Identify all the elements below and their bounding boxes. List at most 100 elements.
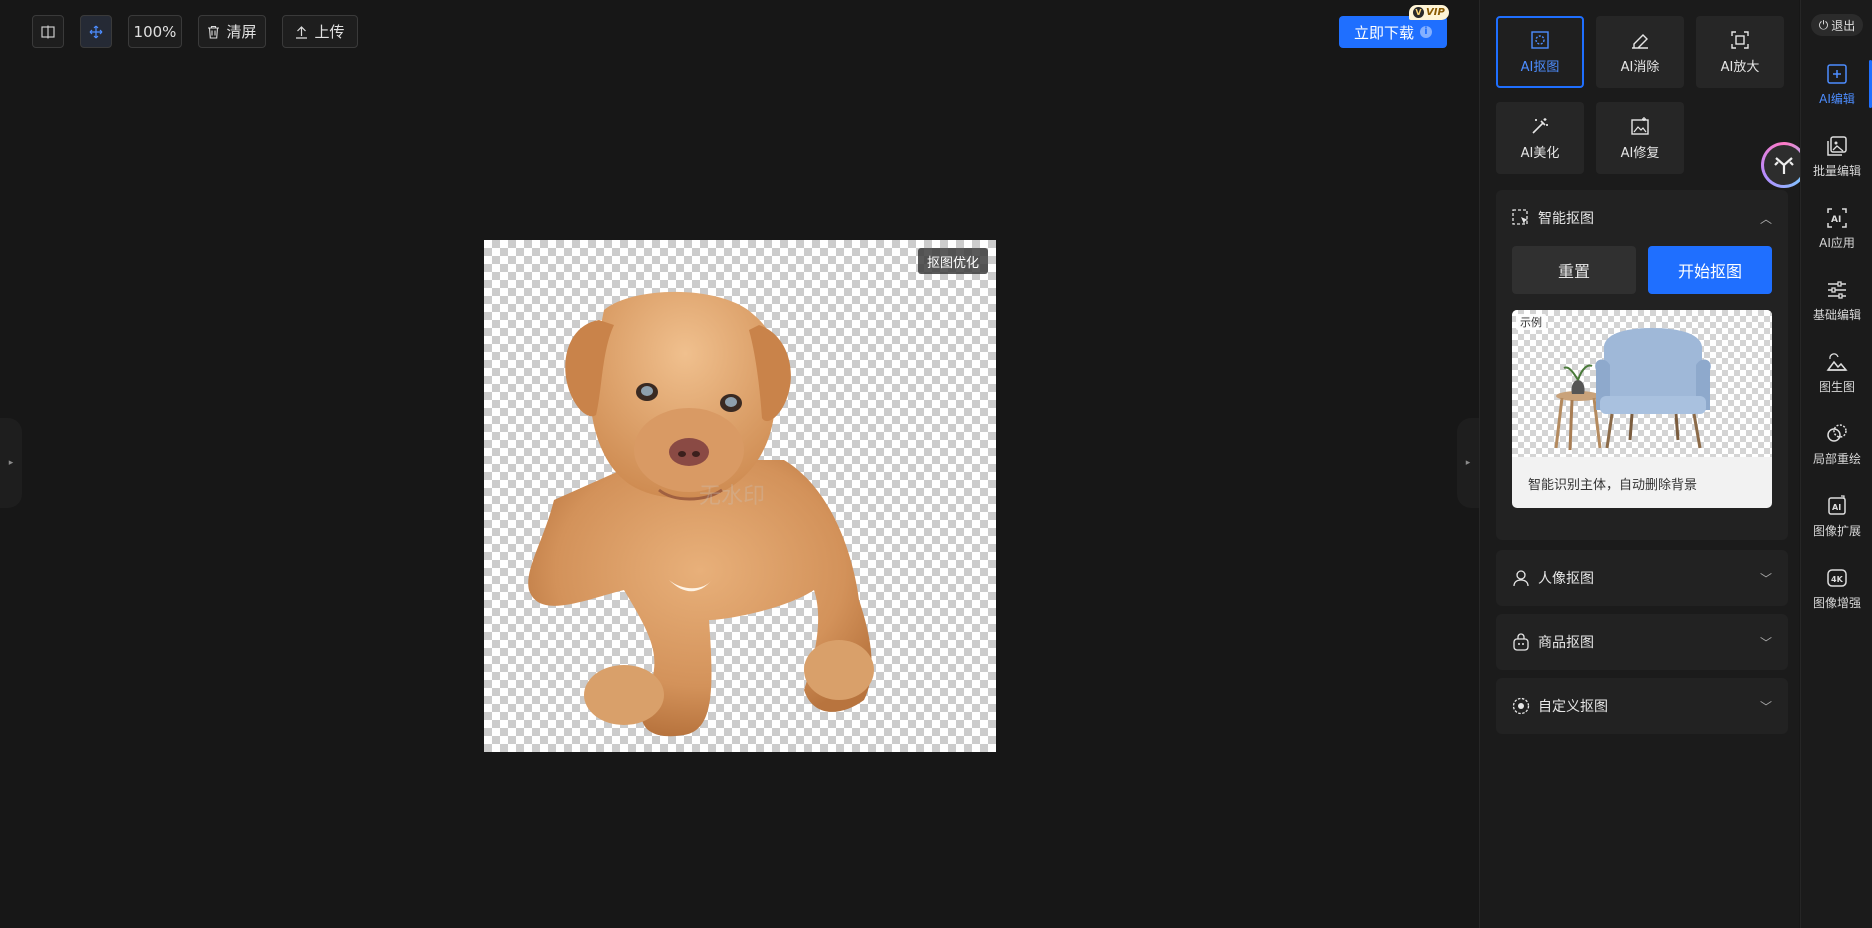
section-title: 自定义抠图 (1538, 699, 1608, 715)
section-title: 人像抠图 (1538, 571, 1594, 587)
batch-edit-icon (1827, 136, 1847, 156)
right-panel-toggle[interactable]: ▸ (1457, 418, 1479, 508)
section-title: 智能抠图 (1538, 211, 1594, 227)
chevron-down-icon: ﹀ (1759, 635, 1772, 650)
example-description: 智能识别主体，自动删除背景 (1528, 478, 1698, 493)
chair-illustration (1554, 328, 1711, 451)
tool-ai-beautify[interactable]: AI美化 (1496, 102, 1584, 174)
tool-ai-cutout[interactable]: AI抠图 (1496, 16, 1584, 88)
svg-text:AI: AI (1832, 503, 1841, 512)
tool-panel: AI抠图 AI消除 AI放大 AI美化 AI修复 智能抠图 ︿ 重置 开始抠图 (1479, 0, 1799, 928)
nav-item-batch-edit[interactable]: 批量编辑 (1801, 127, 1872, 187)
app-root: 100% 清屏 上传 立即下载 i V VIP ▸ ▸ 无水印 抠图优化 AI抠… (0, 0, 1872, 928)
target-icon (1512, 697, 1530, 715)
sliders-icon (1828, 281, 1846, 299)
clear-button[interactable]: 清屏 (198, 15, 266, 48)
svg-text:AI: AI (1831, 215, 1841, 225)
section-title: 商品抠图 (1538, 635, 1594, 651)
tool-ai-repair[interactable]: AI修复 (1596, 102, 1684, 174)
upload-label: 上传 (314, 23, 345, 41)
nav-label: 基础编辑 (1812, 308, 1861, 322)
cutout-optimize-button[interactable]: 抠图优化 (917, 248, 988, 274)
nav-item-image-to-image[interactable]: 图生图 (1801, 343, 1872, 403)
move-icon (89, 25, 103, 38)
nav-label: 图生图 (1818, 380, 1855, 394)
tool-label: AI抠图 (1520, 59, 1560, 75)
nav-item-expand[interactable]: AI 图像扩展 (1801, 487, 1872, 547)
download-button[interactable]: 立即下载 i (1339, 16, 1447, 48)
tool-label: AI消除 (1620, 59, 1660, 75)
tool-ai-enlarge[interactable]: AI放大 (1696, 16, 1784, 88)
upload-button[interactable]: 上传 (282, 15, 358, 48)
nav-label: 局部重绘 (1812, 452, 1861, 466)
repair-icon (1631, 116, 1649, 135)
product-cutout-section[interactable]: 商品抠图 ﹀ (1496, 614, 1788, 670)
nav-label: 批量编辑 (1812, 164, 1861, 178)
nav-item-repaint[interactable]: 局部重绘 (1801, 415, 1872, 475)
clear-label: 清屏 (226, 23, 257, 41)
smart-select-icon (1512, 209, 1528, 225)
image-to-image-icon (1826, 353, 1848, 371)
example-card: 示例 智能识别主体，自动删除背景 (1512, 310, 1772, 508)
tool-label: AI放大 (1720, 59, 1760, 75)
vip-label: VIP (1426, 7, 1445, 18)
download-label: 立即下载 (1353, 23, 1414, 42)
nav-label: 图像扩展 (1812, 524, 1861, 538)
eraser-icon (1632, 33, 1648, 49)
smart-cutout-header[interactable]: 智能抠图 ︿ (1496, 190, 1788, 246)
logout-label: 退出 (1831, 18, 1856, 33)
chevron-up-icon: ︿ (1759, 211, 1772, 226)
tool-ai-erase[interactable]: AI消除 (1596, 16, 1684, 88)
split-view-icon (41, 25, 55, 38)
left-panel-toggle[interactable]: ▸ (0, 418, 22, 508)
upload-icon (296, 25, 308, 39)
custom-cutout-header[interactable]: 自定义抠图 ﹀ (1496, 678, 1788, 734)
expand-icon: AI (1828, 495, 1846, 515)
vip-badge: V VIP (1409, 5, 1449, 20)
trash-icon (208, 25, 220, 39)
portrait-cutout-section[interactable]: 人像抠图 ﹀ (1496, 550, 1788, 606)
assistant-logo-icon (1764, 145, 1804, 185)
magic-wand-icon (1532, 117, 1548, 134)
logout-button[interactable]: ⏻ 退出 (1811, 14, 1863, 36)
nav-label: 图像增强 (1812, 596, 1861, 610)
ai-app-icon: AI (1827, 208, 1847, 228)
ai-edit-icon (1827, 64, 1847, 84)
smart-cutout-section: 智能抠图 ︿ 重置 开始抠图 示例 智能识别主体，自动删除背景 (1496, 190, 1788, 540)
enlarge-icon (1731, 30, 1749, 49)
compare-button[interactable] (32, 15, 64, 48)
zoom-level[interactable]: 100% (128, 15, 182, 48)
chevron-down-icon: ﹀ (1759, 699, 1772, 714)
example-tag: 示例 (1516, 314, 1546, 330)
vip-v-icon: V (1413, 7, 1424, 18)
4k-icon: 4K (1827, 569, 1847, 587)
example-image (1512, 310, 1772, 457)
move-tool-button[interactable] (80, 15, 112, 48)
nav-item-ai-app[interactable]: AI AI应用 (1801, 199, 1872, 259)
image-canvas[interactable]: 无水印 抠图优化 (484, 240, 996, 752)
nav-label: AI编辑 (1819, 92, 1855, 106)
cutout-icon (1531, 30, 1549, 49)
side-nav: ⏻ 退出 AI编辑 批量编辑 AI AI应用 基础编辑 图生图 局部重绘 AI … (1800, 0, 1872, 928)
person-icon (1513, 570, 1529, 587)
chevron-right-icon: ▸ (1465, 458, 1471, 468)
repaint-icon (1827, 424, 1847, 442)
nav-item-enhance[interactable]: 4K 图像增强 (1801, 559, 1872, 619)
nav-item-ai-edit[interactable]: AI编辑 (1801, 55, 1872, 115)
svg-text:4K: 4K (1831, 575, 1844, 584)
bag-icon (1513, 633, 1529, 651)
info-icon: i (1420, 26, 1432, 38)
portrait-cutout-header[interactable]: 人像抠图 ﹀ (1496, 550, 1788, 606)
custom-cutout-section[interactable]: 自定义抠图 ﹀ (1496, 678, 1788, 734)
nav-item-basic-edit[interactable]: 基础编辑 (1801, 271, 1872, 331)
watermark: 无水印 (699, 484, 766, 509)
reset-button[interactable]: 重置 (1512, 246, 1636, 294)
chevron-down-icon: ﹀ (1759, 571, 1772, 586)
power-icon: ⏻ (1818, 17, 1829, 32)
nav-label: AI应用 (1819, 236, 1855, 250)
tool-label: AI修复 (1620, 145, 1660, 161)
start-cutout-button[interactable]: 开始抠图 (1648, 246, 1772, 294)
product-cutout-header[interactable]: 商品抠图 ﹀ (1496, 614, 1788, 670)
zoom-value: 100% (133, 22, 177, 41)
tool-label: AI美化 (1520, 145, 1560, 161)
